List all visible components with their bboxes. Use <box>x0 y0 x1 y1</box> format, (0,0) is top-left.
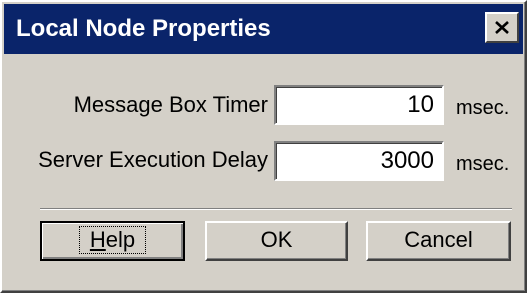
ok-label: OK <box>260 227 293 252</box>
help-button[interactable]: Help <box>40 221 185 261</box>
ok-button[interactable]: OK <box>205 221 348 261</box>
message-box-timer-unit: msec. <box>456 97 510 119</box>
title-bar[interactable]: Local Node Properties <box>4 4 523 54</box>
cancel-button[interactable]: Cancel <box>366 221 511 261</box>
message-box-timer-input[interactable]: 10 <box>274 85 444 125</box>
server-execution-delay-label: Server Execution Delay <box>38 147 268 172</box>
server-execution-delay-input[interactable]: 3000 <box>274 141 444 181</box>
message-box-timer-label: Message Box Timer <box>73 92 268 117</box>
focus-rect: Help <box>78 226 147 254</box>
cancel-label: Cancel <box>404 227 473 252</box>
close-button[interactable] <box>485 12 519 43</box>
local-node-properties-dialog: Local Node Properties Message Box Timer … <box>0 0 527 293</box>
dialog-title: Local Node Properties <box>16 15 271 42</box>
help-mnemonic: H <box>89 227 106 252</box>
separator <box>40 208 512 210</box>
server-execution-delay-unit: msec. <box>456 153 510 175</box>
close-icon <box>495 21 509 34</box>
help-label: elp <box>105 227 136 252</box>
